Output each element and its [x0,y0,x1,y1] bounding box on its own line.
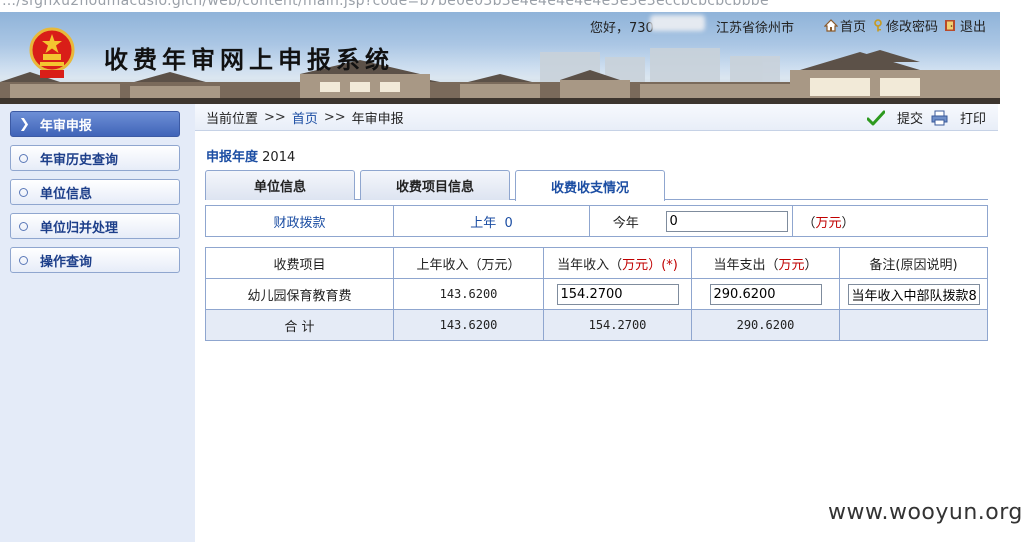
total-remark [839,309,988,341]
circle-bullet-icon [19,221,28,231]
table-header-row: 收费项目 上年收入（万元） 当年收入（万元）(*) 当年支出（万元） 备注(原因… [205,247,988,279]
table-row: 幼儿园保育教育费 143.6200 [205,278,988,310]
total-label: 合 计 [205,309,394,341]
tab-fee-item-info[interactable]: 收费项目信息 [360,170,510,200]
tab-unit-info[interactable]: 单位信息 [205,170,355,200]
change-password-link[interactable]: 修改密码 [872,16,938,35]
col-header-current-income: 当年收入（万元）(*) [543,247,692,279]
breadcrumb: 当前位置 >> 首页 >> 年审申报 提交 打印 [195,104,998,131]
circle-bullet-icon [19,255,28,265]
tab-fee-income-expense[interactable]: 收费收支情况 [515,170,665,201]
cell-remark [839,278,988,310]
chevron-right-icon: ❯ [19,116,30,132]
total-last-income: 143.6200 [393,309,544,341]
system-title: 收费年审网上申报系统 [104,46,394,74]
circle-bullet-icon [19,187,28,197]
col-header-last-income: 上年收入（万元） [393,247,544,279]
col-header-current-expense: 当年支出（万元） [691,247,840,279]
col-header-remark: 备注(原因说明) [839,247,988,279]
cell-current-income [543,278,692,310]
left-sidebar: ❯ 年审申报 年审历史查询 单位信息 单位归并处理 操作查询 [0,104,195,542]
breadcrumb-current: 年审申报 [351,111,404,127]
user-greeting: 您好，730 [590,21,654,36]
key-icon [874,19,882,32]
printer-icon [931,110,948,125]
sidebar-item-history-query[interactable]: 年审历史查询 [10,145,180,171]
fiscal-this-year-input[interactable] [665,210,788,232]
current-income-input[interactable] [556,283,679,305]
checkmark-icon [866,110,885,125]
top-links: 首页 修改密码 退出 [824,16,986,35]
col-header-item: 收费项目 [205,247,394,279]
page-actions: 提交 打印 [866,108,986,127]
fiscal-unit: （万元） [791,205,988,237]
home-icon [824,19,838,32]
circle-bullet-icon [19,153,28,163]
table-total-row: 合 计 143.6200 154.2700 290.6200 [205,309,988,341]
current-expense-input[interactable] [709,283,822,305]
fiscal-label: 财政拨款 [205,205,394,237]
logout-link[interactable]: 退出 [944,16,986,35]
fee-items-table: 收费项目 上年收入（万元） 当年收入（万元）(*) 当年支出（万元） 备注(原因… [205,247,988,341]
submit-button[interactable]: 提交 [866,108,923,127]
cell-item-name: 幼儿园保育教育费 [205,278,394,310]
total-current-income: 154.2700 [543,309,692,341]
sidebar-item-unit-info[interactable]: 单位信息 [10,179,180,205]
print-button[interactable]: 打印 [931,108,986,127]
cell-last-income: 143.6200 [393,278,544,310]
cell-current-expense [691,278,840,310]
watermark: www.wooyun.org [828,500,1023,525]
report-year: 申报年度 2014 [206,150,296,165]
fiscal-appropriation-table: 财政拨款 上年 0 今年 （万元） [205,205,988,237]
sidebar-item-annual-report[interactable]: ❯ 年审申报 [10,111,180,137]
fiscal-this-year-label: 今年 [589,205,662,237]
exit-door-icon [945,20,956,31]
fiscal-last-year: 上年 0 [393,205,590,237]
home-link[interactable]: 首页 [824,16,866,35]
header-banner: 收费年审网上申报系统 您好，730 江苏省徐州市 首页 修改密码 退出 [0,12,1000,104]
tab-bar: 单位信息 收费项目信息 收费收支情况 [205,170,988,201]
browser-url-fragment: …/sfgnxu2noumacusio.gicn/web/content/mai… [2,0,769,9]
total-current-expense: 290.6200 [691,309,840,341]
breadcrumb-home-link[interactable]: 首页 [292,108,318,127]
redacted-username [650,15,705,31]
national-emblem-icon [29,27,75,78]
sidebar-item-operation-query[interactable]: 操作查询 [10,247,180,273]
user-region: 江苏省徐州市 [716,21,795,36]
sidebar-item-unit-merge[interactable]: 单位归并处理 [10,213,180,239]
remark-input[interactable] [847,283,980,305]
fiscal-this-year-cell [661,205,793,237]
